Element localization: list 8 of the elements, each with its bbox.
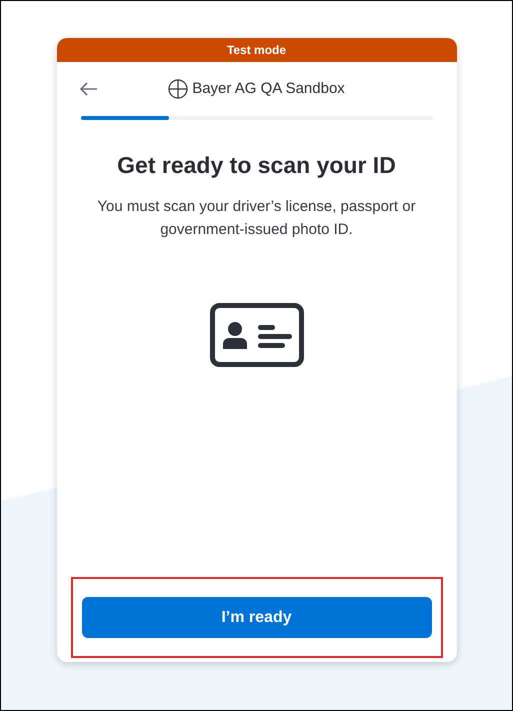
- ready-button[interactable]: I’m ready: [82, 597, 432, 638]
- test-mode-banner: Test mode: [56, 38, 456, 62]
- back-arrow-icon: [80, 82, 98, 96]
- page-heading: Get ready to scan your ID: [116, 151, 397, 180]
- header-title: Bayer AG QA Sandbox: [192, 78, 345, 99]
- logo-icon: [168, 79, 188, 99]
- description-text: You must scan your driver’s license, passport or government-issued photo ID.: [96, 196, 417, 240]
- id-card-icon: [210, 302, 304, 366]
